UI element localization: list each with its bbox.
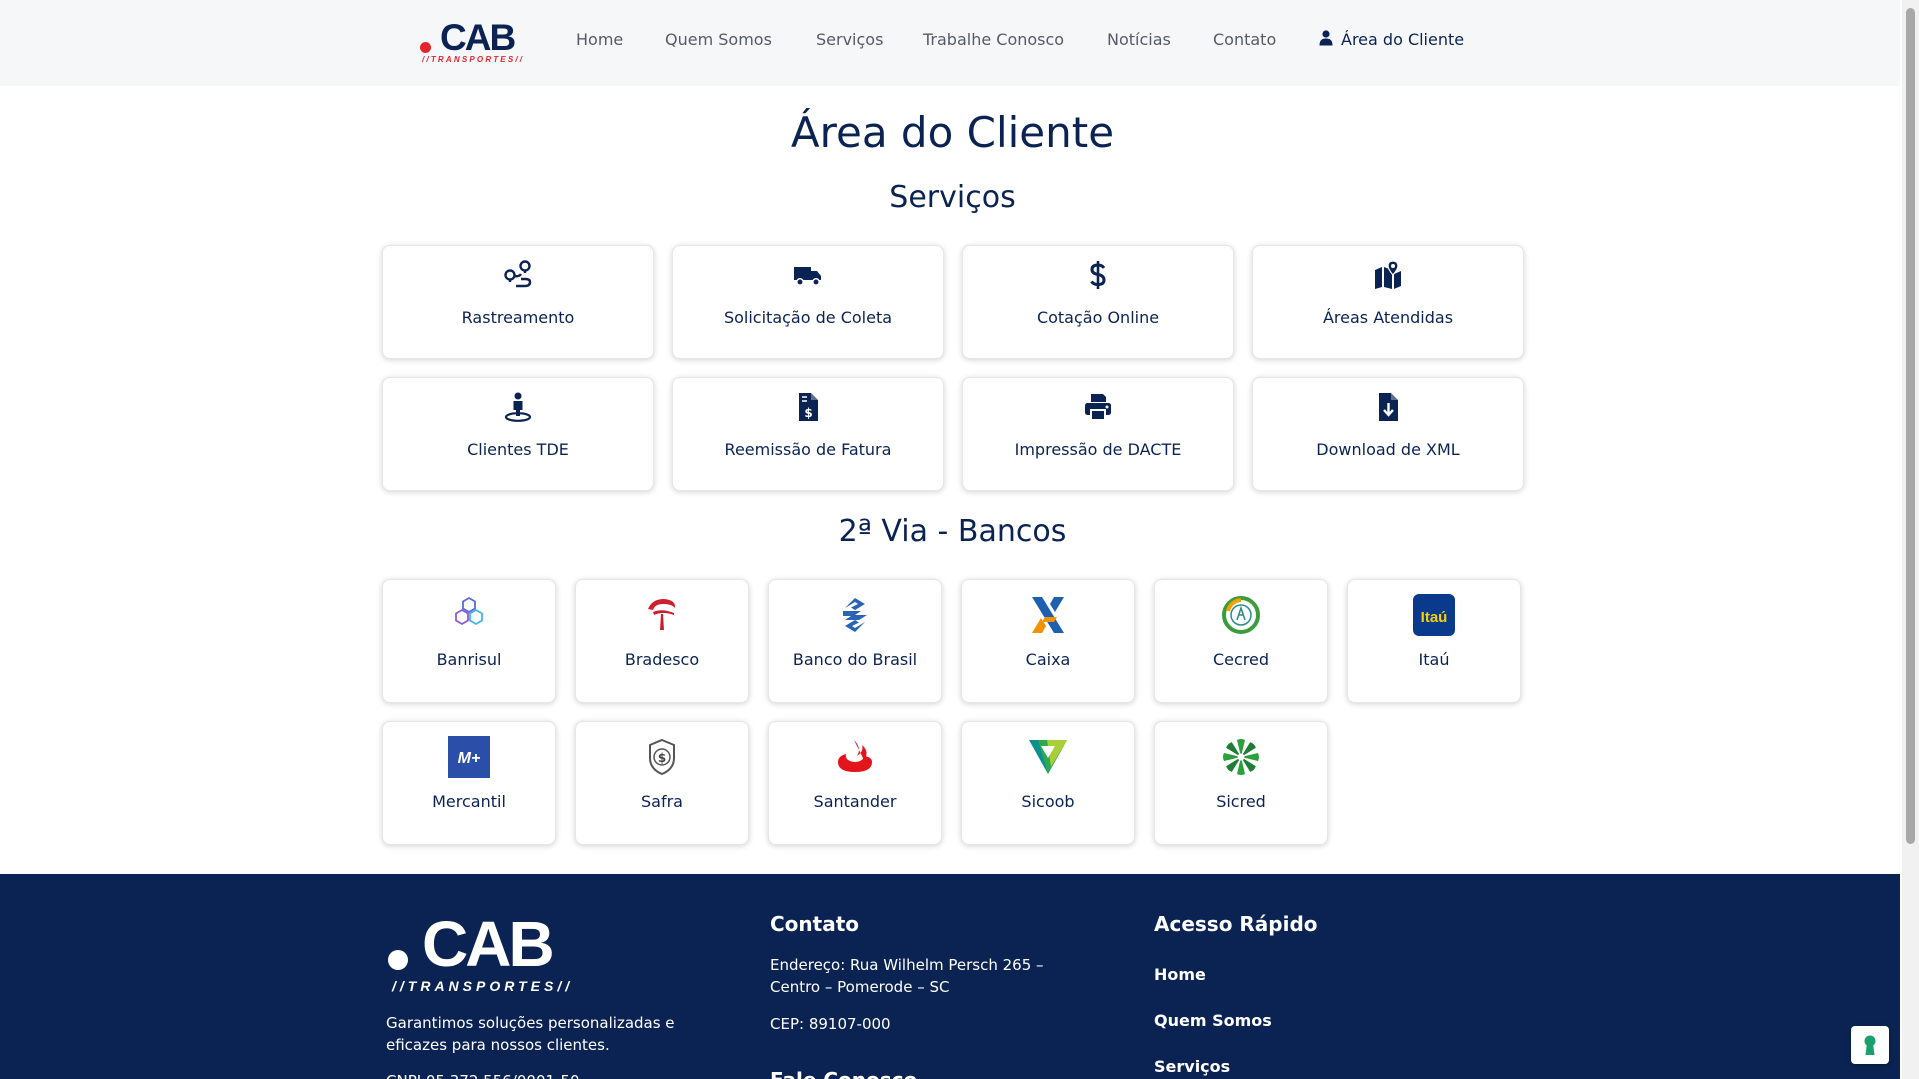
page-title: Área do Cliente bbox=[790, 108, 1115, 157]
service-card-download-xml[interactable]: Download de XML bbox=[1252, 377, 1524, 491]
footer-logo-text: CAB bbox=[422, 908, 555, 980]
user-icon bbox=[1319, 30, 1333, 46]
invoice-icon: $ bbox=[799, 393, 818, 421]
bank-label: Banrisul bbox=[436, 650, 502, 669]
bank-card-mercantil[interactable]: M+ Mercantil bbox=[382, 721, 556, 845]
bank-label: Safra bbox=[641, 792, 683, 811]
scrollbar-thumb[interactable] bbox=[1906, 8, 1915, 844]
mercantil-logo-icon: M+ bbox=[448, 736, 490, 778]
footer-about-line-1: Garantimos soluções personalizadas e bbox=[386, 1014, 675, 1032]
safra-logo-icon: $ bbox=[649, 738, 675, 776]
page-scrollbar[interactable] bbox=[1902, 0, 1919, 1079]
file-download-icon bbox=[1379, 393, 1398, 421]
itau-logo-icon: Itaú bbox=[1413, 594, 1455, 636]
logo-text: CAB bbox=[440, 17, 516, 58]
footer-cnpj: CNPJ 05.372.556/0001-50 bbox=[386, 1070, 580, 1079]
bank-label: Bradesco bbox=[624, 650, 700, 669]
service-label: Reemissão de Fatura bbox=[724, 440, 892, 459]
footer-contact-title: Contato bbox=[770, 912, 860, 936]
bank-card-caixa[interactable]: Caixa bbox=[961, 579, 1135, 703]
service-card-impressao-dacte[interactable]: Impressão de DACTE bbox=[962, 377, 1234, 491]
service-card-areas-atendidas[interactable]: Áreas Atendidas bbox=[1252, 245, 1524, 359]
services-section-title: Serviços bbox=[889, 180, 1016, 215]
footer-logo-dot bbox=[388, 950, 408, 970]
logo-subtext: //TRANSPORTES// bbox=[422, 55, 525, 64]
itau-logo-text: Itaú bbox=[1421, 609, 1448, 626]
bank-card-bradesco[interactable]: Bradesco bbox=[575, 579, 749, 703]
service-card-clientes-tde[interactable]: Clientes TDE bbox=[382, 377, 654, 491]
banco-do-brasil-logo-icon bbox=[843, 598, 867, 632]
banks-section-title: 2ª Via - Bancos bbox=[838, 514, 1067, 549]
printer-icon bbox=[1085, 394, 1111, 421]
service-label: Download de XML bbox=[1316, 440, 1460, 459]
map-location-icon bbox=[1375, 260, 1401, 289]
footer-link-home[interactable]: Home bbox=[1154, 965, 1206, 984]
bank-card-itau[interactable]: Itaú Itaú bbox=[1347, 579, 1521, 703]
keyhole-icon bbox=[1864, 1035, 1876, 1055]
bank-label: Santander bbox=[813, 792, 897, 811]
footer-logo-subtext: //TRANSPORTES// bbox=[392, 978, 574, 994]
footer-address-line-1: Endereço: Rua Wilhelm Persch 265 – bbox=[770, 956, 1044, 974]
footer-link-servicos[interactable]: Serviços bbox=[1154, 1057, 1230, 1076]
dollar-icon bbox=[1090, 261, 1106, 289]
service-label: Impressão de DACTE bbox=[1014, 440, 1182, 459]
bank-card-banco-do-brasil[interactable]: Banco do Brasil bbox=[768, 579, 942, 703]
person-pin-icon bbox=[504, 392, 532, 422]
footer-about-line-2: eficazes para nossos clientes. bbox=[386, 1036, 610, 1054]
bank-card-safra[interactable]: $ Safra bbox=[575, 721, 749, 845]
bank-label: Sicred bbox=[1216, 792, 1266, 811]
service-card-reemissao-fatura[interactable]: $ Reemissão de Fatura bbox=[672, 377, 944, 491]
cab-logo[interactable]: CAB //TRANSPORTES// bbox=[418, 18, 538, 68]
nav-quem-somos[interactable]: Quem Somos bbox=[665, 30, 772, 49]
site-footer: CAB //TRANSPORTES// Garantimos soluções … bbox=[0, 874, 1900, 1079]
footer-link-quem-somos[interactable]: Quem Somos bbox=[1154, 1011, 1272, 1030]
truck-icon bbox=[794, 267, 821, 286]
nav-trabalhe-conosco[interactable]: Trabalhe Conosco bbox=[923, 30, 1064, 49]
nav-area-do-cliente[interactable]: Área do Cliente bbox=[1319, 30, 1464, 49]
bank-label: Itaú bbox=[1418, 650, 1450, 669]
bank-card-sicoob[interactable]: Sicoob bbox=[961, 721, 1135, 845]
bank-label: Cecred bbox=[1212, 650, 1270, 669]
nav-home[interactable]: Home bbox=[576, 30, 623, 49]
bradesco-logo-icon bbox=[648, 599, 676, 630]
service-card-rastreamento[interactable]: Rastreamento bbox=[382, 245, 654, 359]
sicoob-logo-icon bbox=[1029, 740, 1067, 774]
logo-dot bbox=[420, 42, 431, 53]
bank-card-santander[interactable]: Santander bbox=[768, 721, 942, 845]
footer-quick-title: Acesso Rápido bbox=[1154, 912, 1318, 936]
service-label: Rastreamento bbox=[461, 308, 575, 327]
cookie-settings-button[interactable] bbox=[1851, 1026, 1889, 1064]
service-label: Áreas Atendidas bbox=[1322, 308, 1454, 327]
footer-cep: CEP: 89107-000 bbox=[770, 1015, 891, 1033]
footer-address-line-2: Centro – Pomerode – SC bbox=[770, 978, 950, 996]
service-card-solicitacao-coleta[interactable]: Solicitação de Coleta bbox=[672, 245, 944, 359]
sicred-logo-icon bbox=[1223, 739, 1259, 775]
bank-label: Mercantil bbox=[432, 792, 506, 811]
svg-text:$: $ bbox=[658, 751, 666, 765]
bank-card-banrisul[interactable]: Banrisul bbox=[382, 579, 556, 703]
footer-logo[interactable]: CAB //TRANSPORTES// bbox=[386, 912, 606, 1002]
nav-contato[interactable]: Contato bbox=[1213, 30, 1276, 49]
nav-area-do-cliente-label: Área do Cliente bbox=[1341, 30, 1465, 49]
bank-label: Sicoob bbox=[1021, 792, 1075, 811]
bank-label: Caixa bbox=[1025, 650, 1071, 669]
banrisul-logo-icon bbox=[455, 596, 483, 626]
service-card-cotacao-online[interactable]: Cotação Online bbox=[962, 245, 1234, 359]
bank-label: Banco do Brasil bbox=[792, 650, 918, 669]
svg-text:$: $ bbox=[804, 406, 812, 420]
service-label: Cotação Online bbox=[1036, 308, 1160, 327]
footer-talk-title: Fale Conosco bbox=[770, 1068, 917, 1079]
santander-logo-icon bbox=[838, 740, 872, 772]
cecred-logo-icon bbox=[1222, 596, 1260, 634]
service-label: Clientes TDE bbox=[467, 440, 569, 459]
bank-card-cecred[interactable]: Cecred bbox=[1154, 579, 1328, 703]
route-icon bbox=[504, 260, 532, 288]
nav-noticias[interactable]: Notícias bbox=[1107, 30, 1171, 49]
mercantil-logo-text: M+ bbox=[458, 750, 481, 767]
service-label: Solicitação de Coleta bbox=[723, 308, 893, 327]
nav-servicos[interactable]: Serviços bbox=[816, 30, 883, 49]
caixa-logo-icon bbox=[1032, 597, 1064, 633]
bank-card-sicred[interactable]: Sicred bbox=[1154, 721, 1328, 845]
site-header: CAB //TRANSPORTES// Home Quem Somos Serv… bbox=[0, 0, 1900, 86]
